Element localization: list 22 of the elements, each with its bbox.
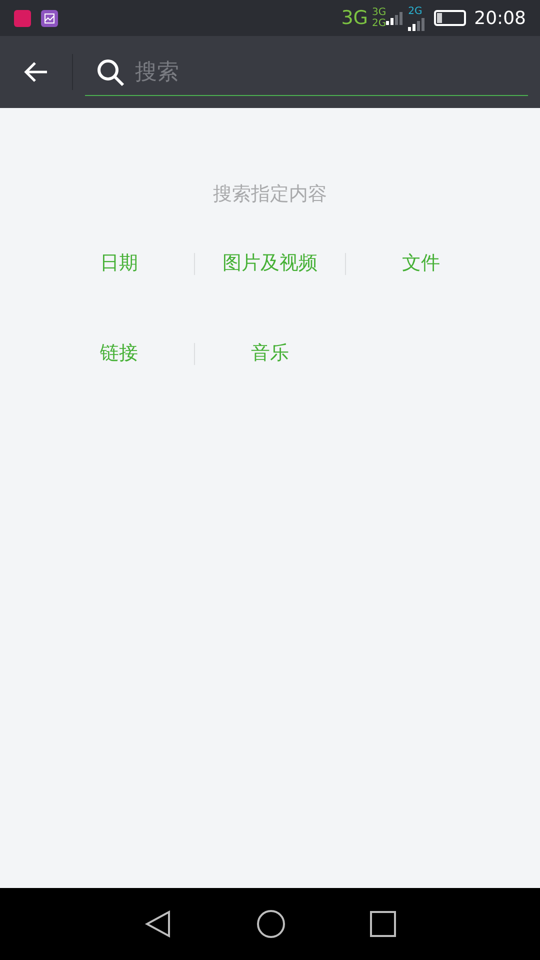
category-link[interactable]: 音乐 bbox=[251, 339, 289, 368]
category-link[interactable]: 图片及视频 bbox=[222, 249, 318, 278]
signal-icon bbox=[386, 11, 404, 25]
network-label: 3G bbox=[341, 8, 368, 28]
back-arrow-icon bbox=[23, 61, 49, 83]
home-icon[interactable] bbox=[256, 909, 286, 939]
gallery-icon bbox=[41, 10, 58, 26]
app-icon bbox=[14, 10, 31, 26]
signal-icon bbox=[408, 16, 426, 30]
hint-text: 搜索指定内容 bbox=[213, 182, 327, 207]
search-icon bbox=[97, 59, 125, 87]
category-link[interactable]: 链接 bbox=[100, 339, 138, 368]
sim-label: 2G bbox=[408, 6, 422, 16]
back-icon[interactable] bbox=[144, 909, 172, 939]
recents-icon[interactable] bbox=[370, 911, 396, 937]
category-link[interactable]: 日期 bbox=[100, 249, 138, 278]
search-bar[interactable]: 搜索 bbox=[0, 36, 540, 108]
sim-label: 2G bbox=[372, 18, 386, 29]
clock: 20:08 bbox=[474, 6, 526, 30]
category-link[interactable]: 文件 bbox=[402, 249, 440, 278]
battery-icon bbox=[434, 10, 466, 26]
sim-label: 3G bbox=[372, 7, 386, 18]
